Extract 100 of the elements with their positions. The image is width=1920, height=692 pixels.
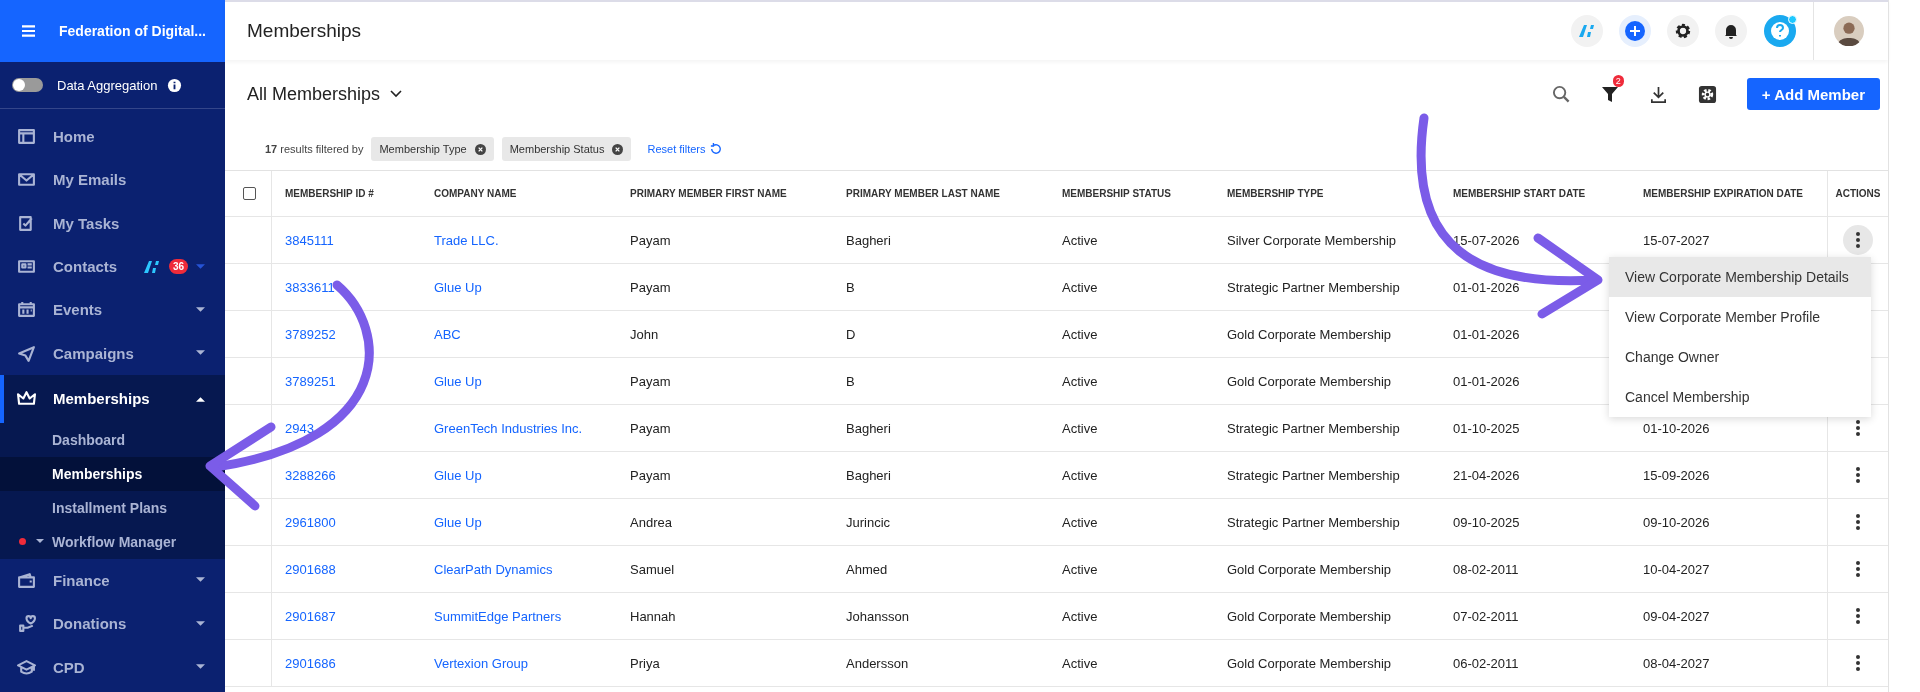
sidebar-item[interactable]: Donations — [0, 602, 225, 646]
table-cell: 15-07-2026 — [1453, 232, 1520, 248]
menu-item[interactable]: Change Owner — [1609, 337, 1871, 377]
table-cell: Gold Corporate Membership — [1227, 326, 1392, 342]
more-options-icon[interactable] — [1843, 225, 1873, 255]
table-cell: Active — [1062, 279, 1098, 295]
remove-icon[interactable] — [474, 143, 486, 155]
sidebar-item[interactable]: My Emails — [0, 158, 225, 202]
table-cell: Ahmed — [846, 561, 888, 577]
info-icon[interactable] — [167, 77, 183, 93]
table-link[interactable]: 3288266 — [285, 467, 336, 483]
table-cell: Active — [1062, 232, 1098, 248]
table-link[interactable]: Glue Up — [434, 373, 482, 389]
avatar[interactable] — [1834, 16, 1864, 46]
table-link[interactable]: Trade LLC. — [434, 232, 499, 248]
sidebar-item[interactable]: Home — [0, 115, 225, 159]
sidebar-item[interactable]: Contacts 36 — [0, 244, 225, 289]
table-link[interactable]: 3833611 — [285, 279, 335, 295]
reset-filters-link[interactable]: Reset filters — [647, 143, 722, 155]
table-cell: 01-01-2026 — [1453, 279, 1520, 295]
table-cell: 06-02-2011 — [1453, 655, 1519, 671]
table-link[interactable]: 3845111 — [285, 232, 334, 248]
nav-icon — [17, 657, 36, 677]
column-header[interactable]: COMPANY NAME — [434, 188, 517, 199]
nav-icon — [17, 343, 36, 363]
ai-icon[interactable] — [1571, 15, 1603, 47]
filter-chip[interactable]: Membership Type — [371, 137, 494, 161]
chevron-down-icon — [390, 90, 403, 98]
column-header[interactable]: PRIMARY MEMBER LAST NAME — [846, 188, 1000, 199]
sidebar-subitem[interactable]: Dashboard — [0, 422, 225, 457]
sidebar-subitem[interactable]: Memberships — [0, 456, 225, 491]
table-cell: 09-10-2025 — [1453, 514, 1520, 530]
table-link[interactable]: 2901687 — [285, 608, 336, 624]
table-cell: Payam — [630, 232, 671, 248]
table-cell: Payam — [630, 420, 671, 436]
table-cell: Active — [1062, 514, 1098, 530]
table-link[interactable]: Glue Up — [434, 467, 482, 483]
sidebar-subitem[interactable]: Workflow Manager — [0, 524, 225, 559]
table-link[interactable]: ClearPath Dynamics — [434, 561, 553, 577]
settings-icon[interactable] — [1697, 84, 1717, 104]
table-link[interactable]: Glue Up — [434, 514, 482, 530]
add-icon[interactable] — [1619, 15, 1651, 47]
column-header[interactable]: MEMBERSHIP STATUS — [1062, 188, 1171, 199]
table-cell: Jurincic — [846, 514, 891, 530]
table-cell: 01-10-2026 — [1643, 420, 1710, 436]
help-icon[interactable] — [1763, 14, 1797, 48]
sidebar-item[interactable]: My Tasks — [0, 201, 225, 245]
reset-icon — [709, 143, 722, 155]
table-cell: Gold Corporate Membership — [1227, 373, 1392, 389]
table-cell: Gold Corporate Membership — [1227, 655, 1392, 671]
view-dropdown[interactable]: All Memberships — [247, 83, 403, 105]
settings-icon[interactable] — [1667, 15, 1699, 47]
remove-icon[interactable] — [612, 143, 624, 155]
download-icon[interactable] — [1648, 84, 1668, 104]
sidebar-item[interactable]: CPD — [0, 645, 225, 689]
column-header[interactable]: MEMBERSHIP ID # — [285, 188, 374, 199]
table-link[interactable]: Vertexion Group — [434, 655, 528, 671]
table-cell: Samuel — [630, 561, 675, 577]
add-member-button[interactable]: + Add Member — [1746, 78, 1880, 110]
table-link[interactable]: 2943 — [285, 420, 314, 436]
table-cell: Andrea — [630, 514, 672, 530]
table-cell: Gold Corporate Membership — [1227, 608, 1392, 624]
table-cell: 21-04-2026 — [1453, 467, 1520, 483]
column-header[interactable]: MEMBERSHIP TYPE — [1227, 188, 1324, 199]
sidebar-item[interactable]: Memberships — [0, 374, 225, 423]
table-link[interactable]: 2901686 — [285, 655, 336, 671]
table-cell: 01-10-2025 — [1453, 420, 1520, 436]
select-all-checkbox[interactable] — [243, 187, 256, 200]
menu-item[interactable]: View Corporate Member Profile — [1609, 297, 1871, 337]
table-link[interactable]: Glue Up — [434, 279, 482, 295]
table-link[interactable]: 2961800 — [285, 514, 336, 530]
table-link[interactable]: ABC — [434, 326, 461, 342]
table-cell: 01-01-2026 — [1453, 373, 1520, 389]
column-header[interactable]: PRIMARY MEMBER FIRST NAME — [630, 188, 787, 199]
sidebar-subitem[interactable]: Installment Plans — [0, 490, 225, 525]
menu-item[interactable]: Cancel Membership — [1609, 377, 1871, 417]
table-link[interactable]: SummitEdge Partners — [434, 608, 562, 624]
table-link[interactable]: 3789251 — [285, 373, 336, 389]
menu-item[interactable]: View Corporate Membership Details — [1609, 257, 1871, 297]
table-cell: Active — [1062, 420, 1098, 436]
sidebar-item[interactable]: Campaigns — [0, 331, 225, 375]
table-cell: Active — [1062, 467, 1098, 483]
column-header[interactable]: MEMBERSHIP START DATE — [1453, 188, 1586, 199]
filter-icon[interactable] — [1600, 85, 1619, 103]
table-link[interactable]: GreenTech Industries Inc. — [434, 420, 583, 436]
search-icon[interactable] — [1551, 84, 1571, 104]
table-link[interactable]: 3789252 — [285, 326, 336, 342]
column-header[interactable]: MEMBERSHIP EXPIRATION DATE — [1643, 188, 1803, 199]
column-header[interactable]: ACTIONS — [1835, 188, 1881, 199]
table-cell: 15-09-2026 — [1643, 467, 1710, 483]
notification-bell-icon[interactable] — [1715, 15, 1747, 47]
sidebar-item[interactable]: Events — [0, 288, 225, 332]
count-badge: 36 — [168, 259, 188, 275]
menu-icon[interactable] — [22, 25, 35, 37]
filter-chip[interactable]: Membership Status — [501, 137, 632, 161]
table-cell: Active — [1062, 608, 1098, 624]
table-cell: Active — [1062, 326, 1098, 342]
sidebar-item[interactable]: Finance — [0, 558, 225, 603]
table-link[interactable]: 2901688 — [285, 561, 336, 577]
toggle-switch[interactable] — [12, 78, 43, 92]
